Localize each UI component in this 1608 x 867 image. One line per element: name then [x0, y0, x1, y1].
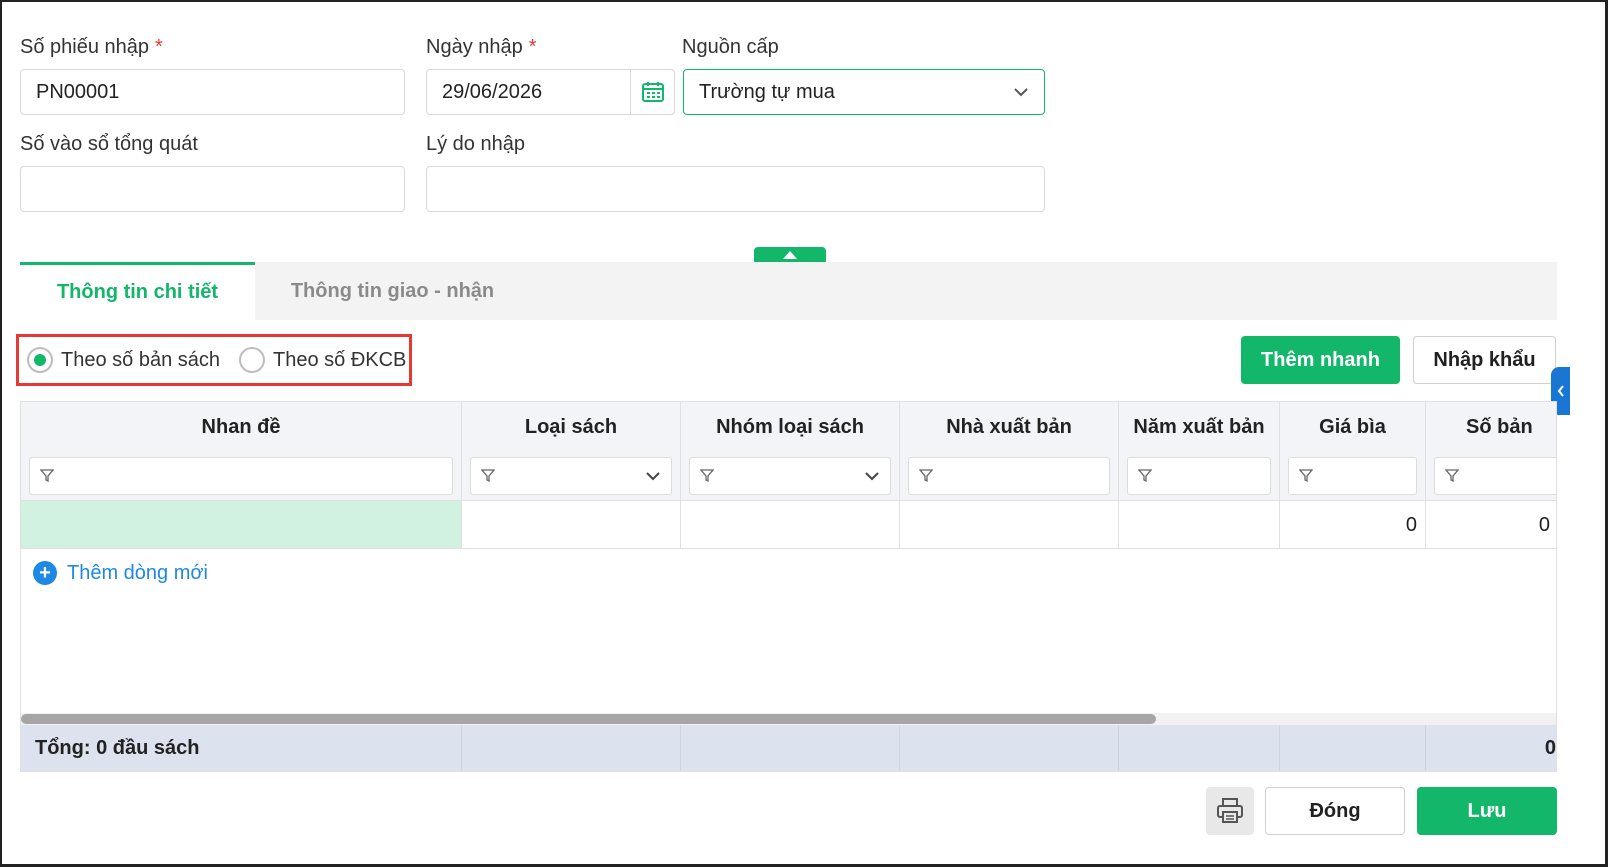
print-button[interactable]	[1206, 787, 1254, 835]
col-header-book-group: Nhóm loại sách	[681, 402, 900, 501]
chevron-down-icon	[646, 472, 660, 481]
cell-book-group[interactable]	[681, 501, 900, 549]
radio-checked-icon	[27, 347, 53, 373]
filter-icon	[1299, 469, 1313, 482]
footer-cell	[681, 725, 900, 771]
col-header-price: Giá bìa	[1280, 402, 1426, 501]
radio-unchecked-icon	[239, 347, 265, 373]
cell-publisher[interactable]	[900, 501, 1119, 549]
radio-by-dkcb[interactable]: Theo số ĐKCB	[239, 347, 406, 373]
cell-copies[interactable]: 0	[1426, 501, 1556, 549]
save-button[interactable]: Lưu	[1417, 787, 1557, 835]
close-button[interactable]: Đóng	[1265, 787, 1405, 835]
col-book-group-label: Nhóm loại sách	[716, 416, 864, 438]
col-price-label: Giá bìa	[1319, 416, 1386, 438]
col-title-label: Nhan đề	[201, 416, 281, 438]
radio-by-copies-label: Theo số bản sách	[61, 348, 220, 371]
date-value: 29/06/2026	[442, 81, 543, 103]
tab-bar: Thông tin chi tiết Thông tin giao - nhận	[20, 262, 1557, 320]
chevron-left-icon	[1557, 385, 1564, 397]
footer-copies-total: 0	[1544, 737, 1556, 759]
receipt-no-input[interactable]: PN00001	[20, 69, 405, 115]
footer-cell	[900, 725, 1119, 771]
source-label: Nguồn cấp	[682, 36, 779, 58]
printer-icon	[1217, 798, 1243, 823]
filter-copies[interactable]	[1434, 457, 1556, 495]
footer-cell	[1280, 725, 1426, 771]
filter-title[interactable]	[29, 457, 453, 495]
col-header-title: Nhan đề	[21, 402, 462, 501]
radio-by-dkcb-label: Theo số ĐKCB	[273, 348, 407, 371]
chevron-down-icon	[1012, 83, 1030, 101]
footer-total: Tổng: 0 đầu sách	[21, 725, 462, 771]
col-header-publisher: Nhà xuất bản	[900, 402, 1119, 501]
col-header-year: Năm xuất bản	[1119, 402, 1280, 501]
cell-year[interactable]	[1119, 501, 1280, 549]
add-row-link[interactable]: + Thêm dòng mới	[33, 561, 208, 585]
grid-footer: Tổng: 0 đầu sách 0	[21, 725, 1556, 771]
chevron-up-icon	[783, 251, 797, 259]
col-copies-label: Số bản	[1466, 416, 1533, 438]
dialog-frame: Số phiếu nhập * Ngày nhập * Nguồn cấp PN00…	[0, 0, 1608, 867]
footer-cell	[462, 725, 681, 771]
tab-detail-info[interactable]: Thông tin chi tiết	[20, 262, 255, 320]
receipt-no-label: Số phiếu nhập *	[20, 36, 163, 58]
quick-add-button[interactable]: Thêm nhanh	[1241, 336, 1400, 384]
col-header-book-type: Loại sách	[462, 402, 681, 501]
cell-title[interactable]	[21, 501, 462, 549]
mode-radio-group: Theo số bản sách Theo số ĐKCB	[16, 334, 412, 386]
cell-book-type[interactable]	[462, 501, 681, 549]
filter-icon	[1138, 469, 1152, 482]
filter-book-type[interactable]	[470, 457, 672, 495]
ledger-input[interactable]	[20, 166, 405, 212]
filter-icon	[40, 469, 54, 482]
reason-label: Lý do nhập	[426, 133, 525, 155]
date-input[interactable]: 29/06/2026	[426, 69, 675, 115]
cell-price[interactable]: 0	[1280, 501, 1426, 549]
filter-icon	[700, 469, 714, 482]
collapse-toggle[interactable]	[754, 247, 826, 263]
filter-book-group[interactable]	[689, 457, 891, 495]
source-select[interactable]: Trường tự mua	[683, 69, 1045, 115]
filter-icon	[481, 469, 495, 482]
calendar-icon	[641, 82, 664, 102]
chevron-down-icon	[865, 472, 879, 481]
books-grid: Nhan đề Loại sách Nhóm loại sách Nhà xuấ…	[20, 401, 1557, 772]
filter-publisher[interactable]	[908, 457, 1110, 495]
date-label: Ngày nhập *	[426, 36, 537, 58]
horizontal-scrollbar[interactable]	[21, 713, 1556, 725]
filter-year[interactable]	[1127, 457, 1271, 495]
col-header-copies: Số bản	[1426, 402, 1556, 501]
add-row-label: Thêm dòng mới	[67, 561, 208, 584]
filter-price[interactable]	[1288, 457, 1417, 495]
plus-icon: +	[33, 561, 57, 585]
radio-by-copies[interactable]: Theo số bản sách	[27, 347, 220, 373]
scrollbar-thumb[interactable]	[21, 714, 1156, 724]
reason-input[interactable]	[426, 166, 1045, 212]
filter-icon	[919, 469, 933, 482]
col-publisher-label: Nhà xuất bản	[946, 416, 1072, 438]
filter-icon	[1445, 469, 1459, 482]
ledger-label: Số vào sổ tổng quát	[20, 133, 198, 155]
tab-delivery-info[interactable]: Thông tin giao - nhận	[255, 262, 530, 320]
footer-cell	[1119, 725, 1280, 771]
date-picker-button[interactable]	[630, 70, 674, 114]
col-book-type-label: Loại sách	[524, 416, 618, 438]
import-button[interactable]: Nhập khẩu	[1413, 336, 1556, 384]
source-value: Trường tự mua	[699, 81, 835, 103]
col-year-label: Năm xuất bản	[1133, 416, 1265, 438]
